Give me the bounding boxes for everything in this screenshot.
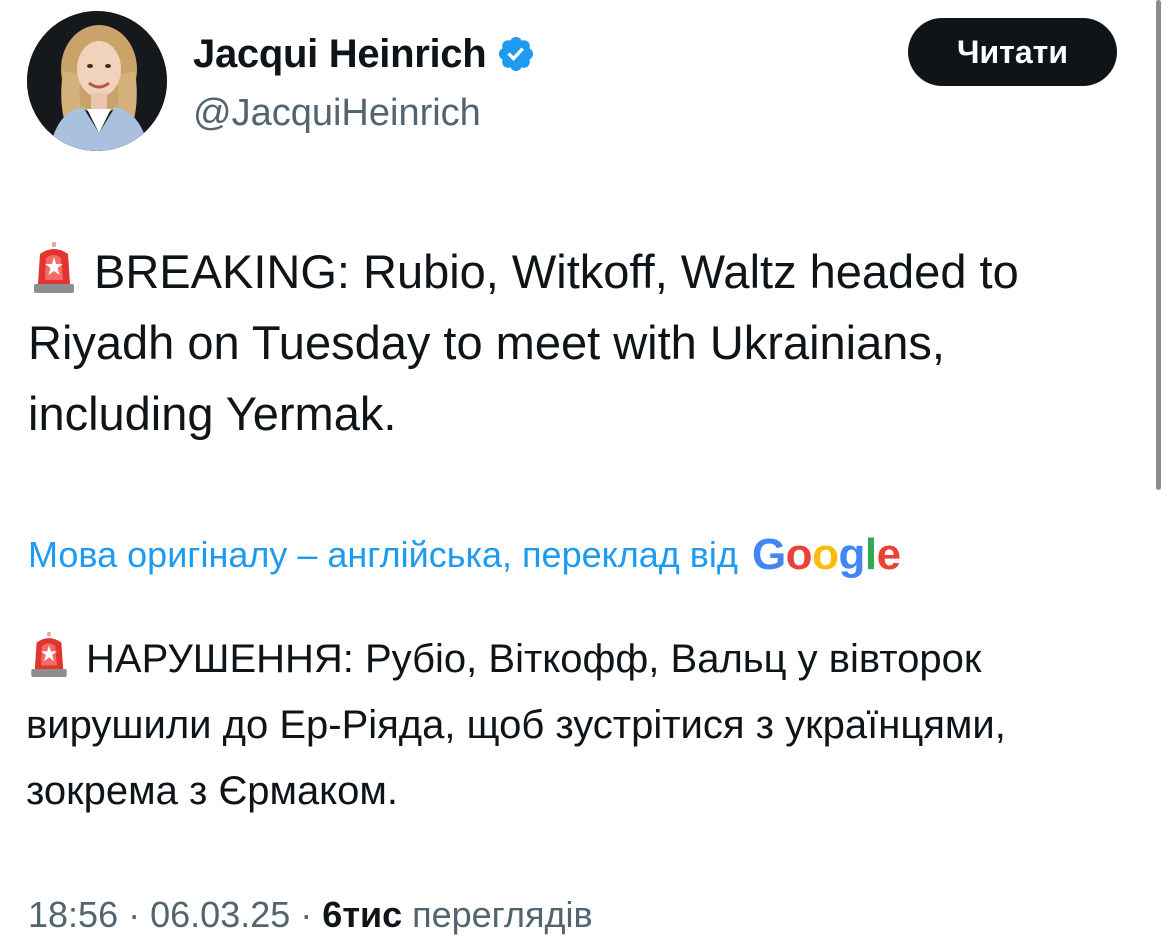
- meta-separator: ·: [300, 894, 313, 935]
- translation-note[interactable]: Мова оригіналу – англійська, переклад ві…: [28, 527, 901, 583]
- translation-note-text[interactable]: Мова оригіналу – англійська, переклад ві…: [28, 527, 738, 583]
- follow-button[interactable]: Читати: [908, 18, 1117, 86]
- avatar-photo: [27, 11, 167, 151]
- author-name[interactable]: Jacqui Heinrich: [193, 30, 487, 78]
- tweet-time[interactable]: 18:56: [28, 894, 118, 935]
- author-name-row[interactable]: Jacqui Heinrich: [193, 30, 536, 78]
- translated-text: НАРУШЕННЯ: Рубіо, Віткофф, Вальц у вівто…: [26, 626, 1151, 824]
- author-handle[interactable]: @JacquiHeinrich: [193, 90, 481, 136]
- tweet-text: BREAKING: Rubio, Witkoff, Waltz headed t…: [28, 236, 1138, 449]
- meta-separator: ·: [128, 894, 141, 935]
- verified-badge-icon: [499, 36, 534, 72]
- police-car-light-icon: [34, 242, 74, 293]
- tweet-meta: 18:56 · 06.03.25 · 6тис переглядів: [28, 890, 593, 940]
- avatar[interactable]: [27, 11, 167, 151]
- scrollbar[interactable]: [1156, 0, 1161, 490]
- tweet-date[interactable]: 06.03.25: [150, 894, 290, 935]
- translated-body: НАРУШЕННЯ: Рубіо, Віткофф, Вальц у вівто…: [26, 637, 1006, 813]
- views-count[interactable]: 6тис: [322, 894, 402, 935]
- police-car-light-icon: [31, 631, 67, 677]
- tweet-body: BREAKING: Rubio, Witkoff, Waltz headed t…: [28, 245, 1019, 440]
- views-label: переглядів: [412, 894, 593, 935]
- google-logo: Google: [751, 530, 901, 579]
